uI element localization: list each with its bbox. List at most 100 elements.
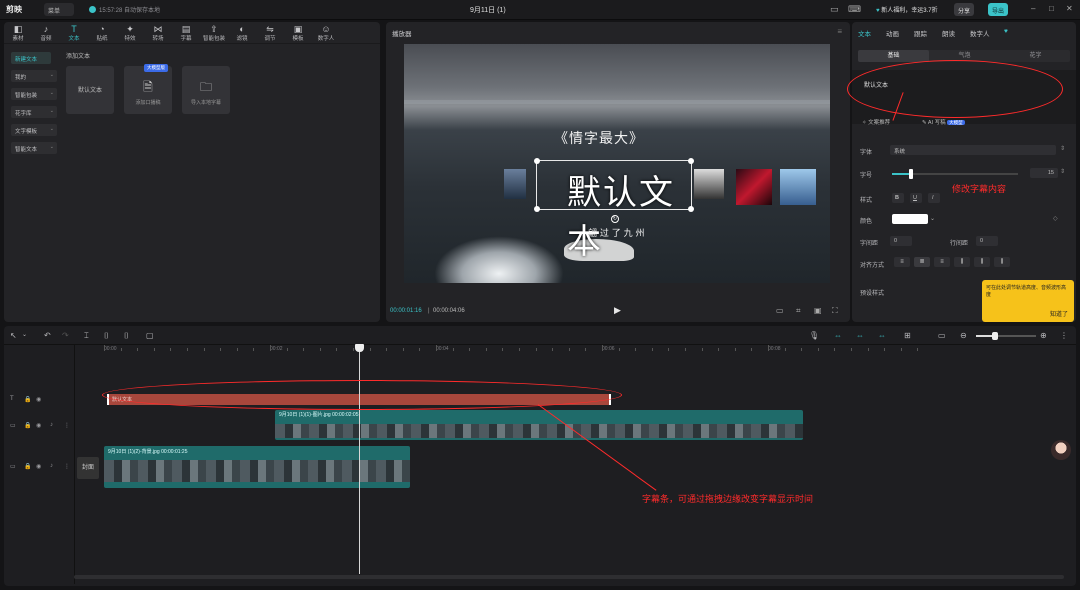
- sidebar-item-1[interactable]: 新建文本: [11, 52, 51, 64]
- default-text-card[interactable]: 默认文本: [66, 66, 114, 114]
- sidebar-item-2[interactable]: 我的 ⌄: [11, 70, 57, 82]
- chevron-down-icon[interactable]: ⌄: [22, 331, 27, 338]
- sidebar-item-6[interactable]: 智能文本 ⌄: [11, 142, 57, 154]
- share-button[interactable]: 分享: [954, 3, 975, 16]
- inspector-tab-3[interactable]: 跟踪: [914, 28, 927, 38]
- resize-handle-br[interactable]: [688, 206, 694, 212]
- redo-icon[interactable]: ↷: [62, 331, 69, 340]
- keyboard-icon[interactable]: ⌨: [848, 4, 861, 15]
- caption-icon[interactable]: ▭: [938, 331, 946, 340]
- inspector-tab-4[interactable]: 朗读: [942, 28, 955, 38]
- minimize-icon[interactable]: –: [1031, 4, 1035, 13]
- eye-icon[interactable]: ◉: [36, 396, 41, 403]
- delete-icon[interactable]: ▢: [146, 331, 154, 340]
- font-select[interactable]: 系统: [890, 145, 1056, 155]
- ai-write-button[interactable]: ✎ AI 写稿 大模型: [922, 118, 965, 126]
- subtab-3[interactable]: 花字: [1000, 50, 1071, 62]
- playhead-handle[interactable]: [355, 344, 364, 352]
- sidebar-item-3[interactable]: 智能包装 ⌄: [11, 88, 57, 100]
- align-icon-6[interactable]: ⫼: [994, 257, 1010, 267]
- eye-icon[interactable]: ◉: [36, 422, 41, 429]
- align-icon-3[interactable]: ≡: [934, 257, 950, 267]
- undo-icon[interactable]: ↶: [44, 331, 51, 340]
- chevron-down-icon[interactable]: ⌄: [930, 215, 935, 222]
- lock-icon[interactable]: 🔒: [24, 396, 31, 403]
- line-spacing-input[interactable]: 0: [976, 236, 998, 246]
- mute-icon[interactable]: ♪: [50, 422, 53, 428]
- video-clip-1[interactable]: 9月10日 (1)(1)-图片.jpg 00:00:02:05: [275, 410, 803, 440]
- lock-icon[interactable]: 🔒: [24, 463, 31, 470]
- tool-2[interactable]: ♪ 音频: [34, 24, 58, 42]
- expand-icon[interactable]: ⋮: [64, 422, 70, 429]
- tool-5[interactable]: ✦ 特效: [118, 24, 142, 42]
- underline-button[interactable]: U: [910, 193, 922, 203]
- inspector-tab-5[interactable]: 数字人: [970, 28, 990, 38]
- inspector-tab-1[interactable]: 文本: [858, 28, 871, 38]
- select-tool-icon[interactable]: ↖: [10, 331, 17, 340]
- tool-4[interactable]: ◔ 贴纸: [90, 24, 114, 42]
- char-spacing-input[interactable]: 0: [890, 236, 912, 246]
- tool-8[interactable]: ⇪ 智能包装: [202, 24, 226, 42]
- resize-handle-tr[interactable]: [688, 158, 694, 164]
- link-main-icon[interactable]: ⇔: [834, 331, 842, 340]
- play-icon[interactable]: ▶: [614, 305, 621, 316]
- tool-3[interactable]: T 文本: [62, 24, 86, 42]
- subtab-1[interactable]: 基础: [858, 50, 929, 62]
- export-button[interactable]: 导出: [988, 3, 1009, 16]
- align-icon-5[interactable]: ⫼: [974, 257, 990, 267]
- inspector-tab-2[interactable]: 动画: [886, 28, 899, 38]
- tool-12[interactable]: ☺ 数字人: [314, 24, 338, 42]
- magnet-icon[interactable]: ⇔: [856, 331, 864, 340]
- tool-7[interactable]: ▤ 字幕: [174, 24, 198, 42]
- microphone-icon[interactable]: 🎙: [809, 331, 819, 340]
- tool-1[interactable]: ◧ 素材: [6, 24, 30, 42]
- layout-icon[interactable]: ▭: [830, 4, 839, 15]
- mute-icon[interactable]: ♪: [50, 463, 53, 469]
- split-icon[interactable]: ⌶: [84, 331, 89, 341]
- crop-icon[interactable]: ⌗: [796, 306, 801, 316]
- sidebar-item-5[interactable]: 文字模板 ⌄: [11, 124, 57, 136]
- video-clip-2[interactable]: 9月10日 (1)(2)-背景.jpg 00:00:01:25: [104, 446, 410, 488]
- split-left-icon[interactable]: ⌷: [104, 331, 109, 341]
- tool-10[interactable]: ⇋ 调节: [258, 24, 282, 42]
- tooltip-ok-button[interactable]: 知道了: [1050, 309, 1068, 318]
- import-subtitle-card[interactable]: 🗀 导入本地字幕: [182, 66, 230, 114]
- playhead-line[interactable]: [359, 344, 360, 574]
- project-title[interactable]: 9月11日 (1): [470, 5, 506, 15]
- horizontal-scrollbar[interactable]: [74, 575, 1064, 579]
- video-preview[interactable]: 《情字最大》 默认文本 ↻ 翩 过 了 九 州: [404, 44, 830, 283]
- fullscreen-icon[interactable]: ⛶: [832, 306, 838, 316]
- color-swatch[interactable]: [892, 214, 928, 224]
- more-icon[interactable]: ⋮: [1060, 331, 1068, 340]
- player-menu-icon[interactable]: ≡: [837, 27, 842, 36]
- align-icon-1[interactable]: ≡: [894, 257, 910, 267]
- eye-icon[interactable]: ◉: [36, 463, 41, 470]
- bold-button[interactable]: B: [892, 193, 904, 203]
- close-icon[interactable]: ✕: [1066, 4, 1073, 13]
- zoom-in-icon[interactable]: ⊕: [1040, 331, 1047, 340]
- promo-banner[interactable]: ♥ 新人福利，幸运3.7折: [876, 5, 938, 14]
- size-stepper-icon[interactable]: ⇕: [1060, 168, 1065, 175]
- size-input[interactable]: 15: [1030, 168, 1058, 178]
- tool-9[interactable]: ◐ 滤镜: [230, 24, 254, 42]
- add-script-card[interactable]: 大模型版 🗎 添加口播稿: [124, 64, 172, 114]
- expand-icon[interactable]: ⋮: [64, 463, 70, 470]
- lock-icon[interactable]: 🔒: [24, 422, 31, 429]
- zoom-slider-knob[interactable]: [992, 332, 998, 340]
- split-right-icon[interactable]: ⌷: [124, 331, 129, 341]
- resize-handle-tl[interactable]: [534, 158, 540, 164]
- resize-handle-bl[interactable]: [534, 206, 540, 212]
- ratio-icon[interactable]: ▣: [814, 306, 822, 315]
- tool-6[interactable]: ⋈ 转场: [146, 24, 170, 42]
- menu-button[interactable]: 菜单: [44, 3, 74, 16]
- align-icon-2[interactable]: ≣: [914, 257, 930, 267]
- zoom-out-icon[interactable]: ⊖: [960, 331, 967, 340]
- tool-11[interactable]: ▣ 模板: [286, 24, 310, 42]
- assistant-avatar[interactable]: [1051, 440, 1071, 460]
- font-stepper-icon[interactable]: ⇕: [1060, 145, 1065, 152]
- copy-recommend-button[interactable]: ✧ 文案推荐: [862, 118, 890, 126]
- maximize-icon[interactable]: □: [1049, 4, 1054, 13]
- preview-quality-icon[interactable]: ▭: [776, 306, 784, 315]
- cover-button[interactable]: 封面: [77, 457, 99, 479]
- sidebar-item-4[interactable]: 花字库 ⌄: [11, 106, 57, 118]
